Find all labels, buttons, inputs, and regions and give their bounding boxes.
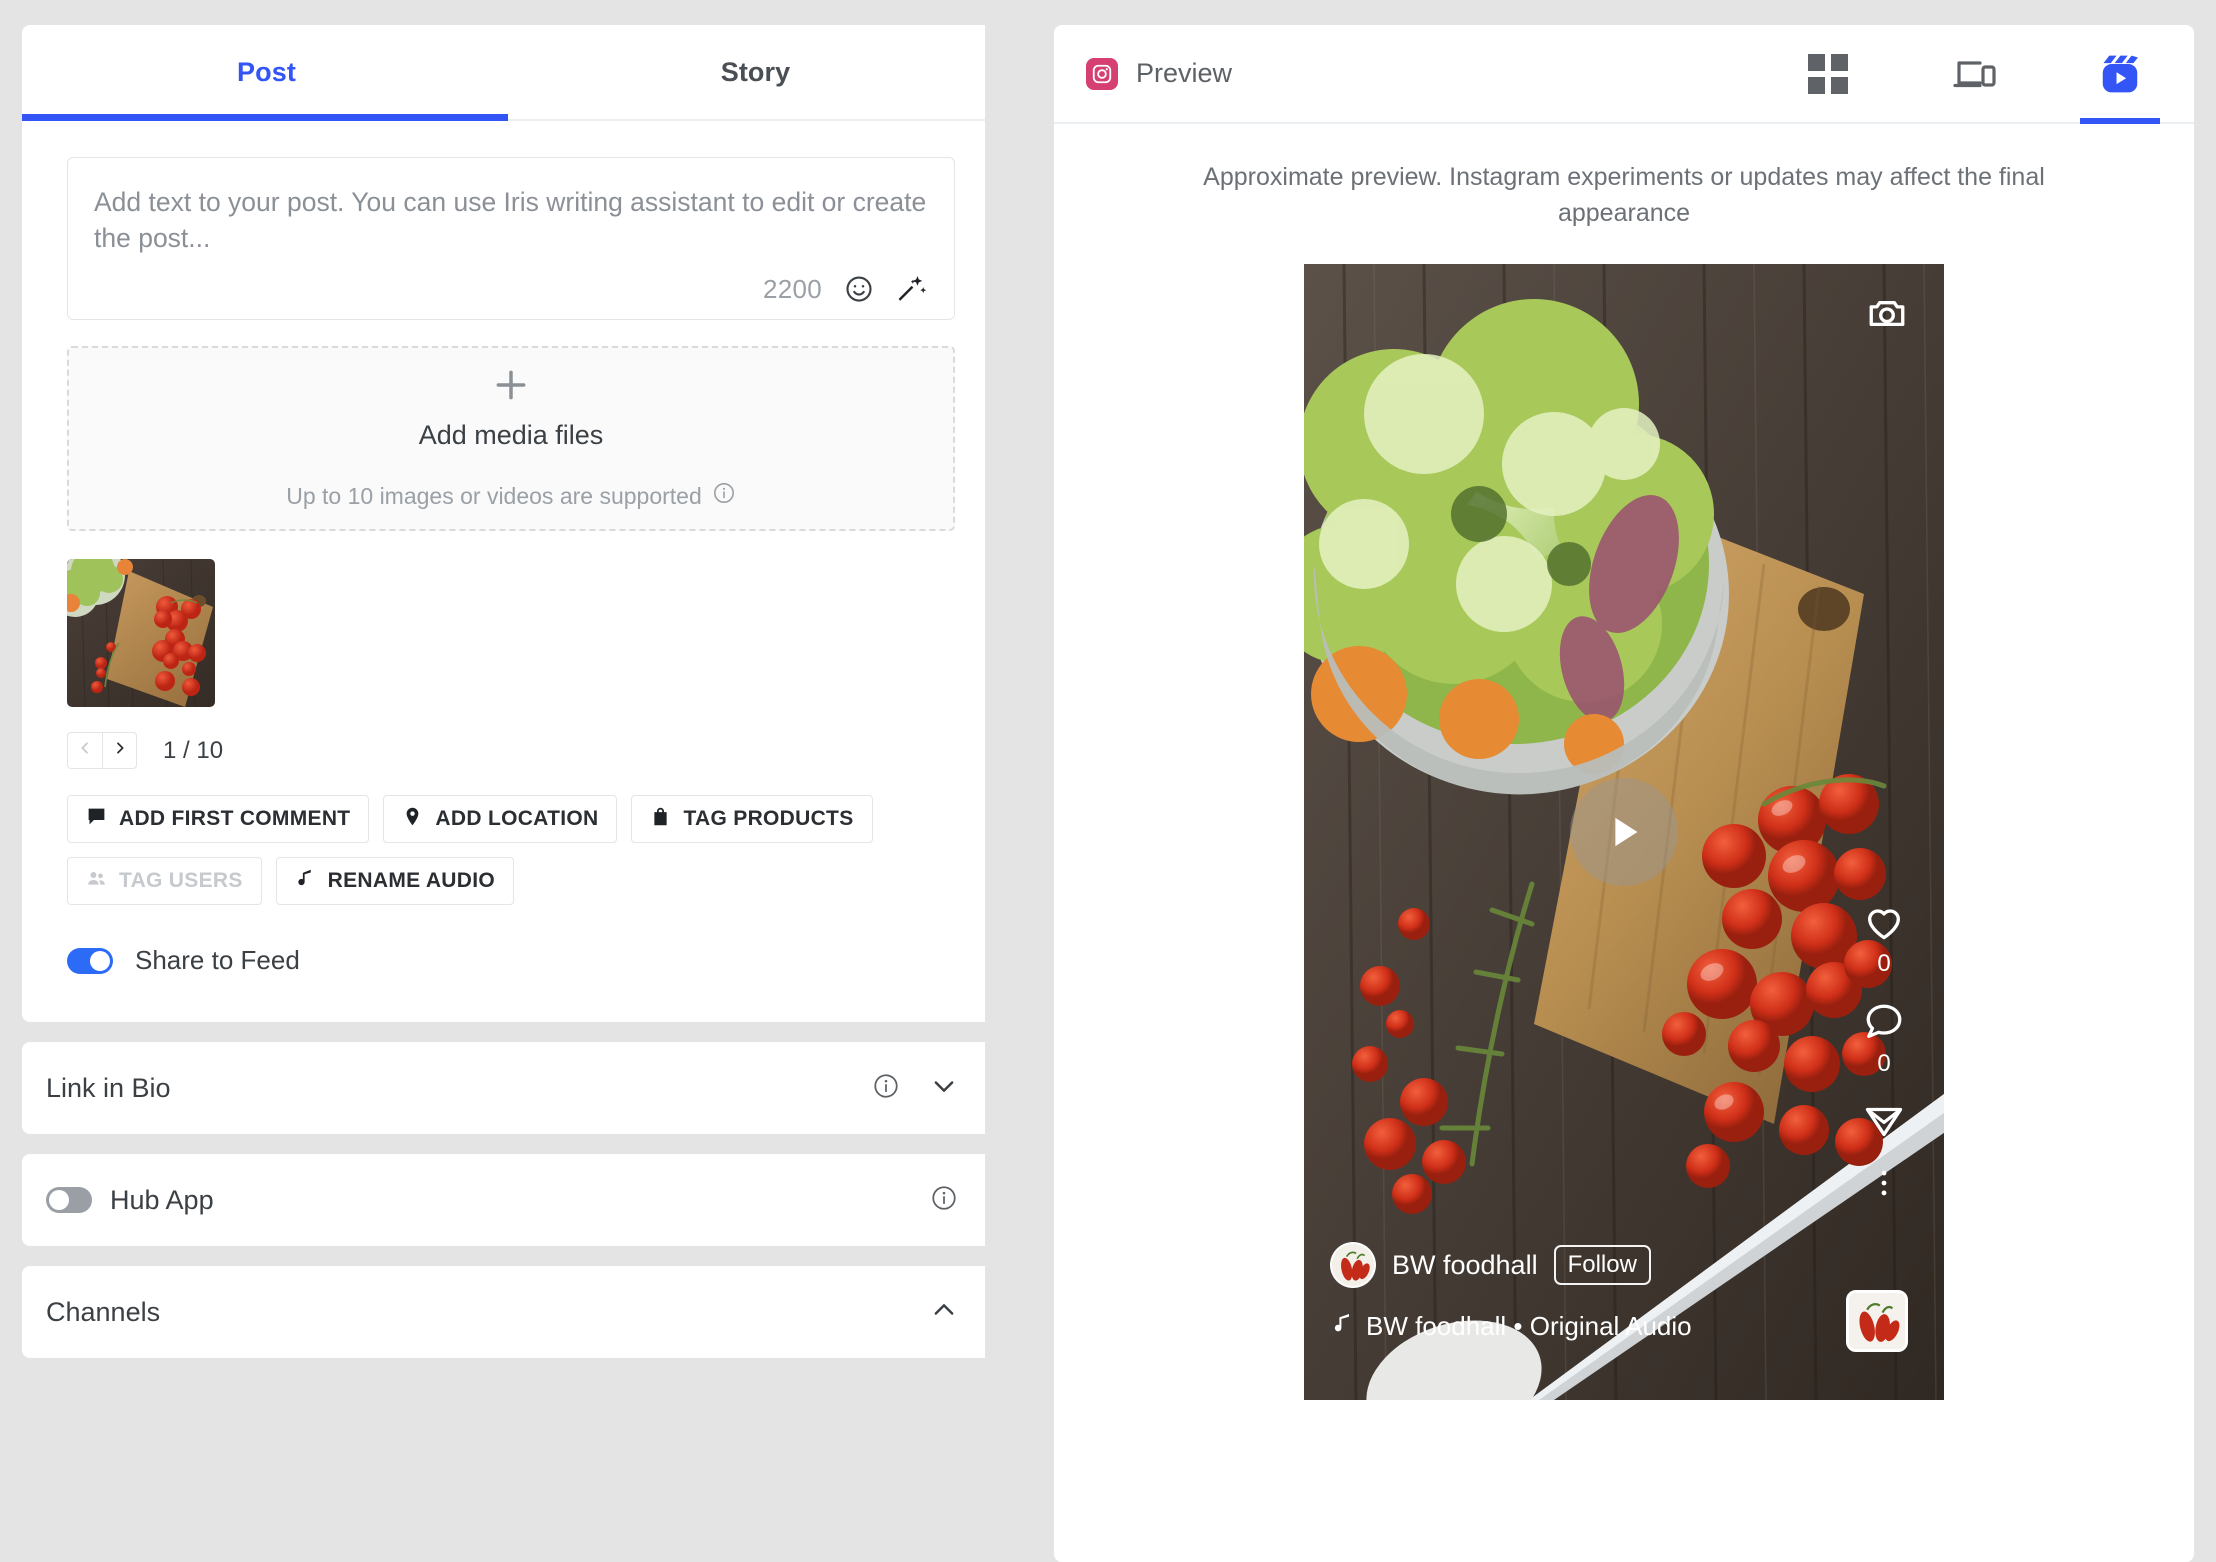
preview-view-modes [1792, 25, 2160, 124]
rename-audio-label: RENAME AUDIO [327, 869, 495, 892]
media-thumbnail[interactable] [67, 559, 215, 707]
post-action-row-2: TAG USERS RENAME AUDIO [67, 857, 955, 905]
media-thumbnail-list [22, 531, 985, 707]
section-link-in-bio-controls [872, 1072, 958, 1105]
character-counter: 2200 [762, 273, 822, 304]
editor-panel: Post Story Add text to your post. You ca… [0, 0, 985, 1562]
media-dropzone-container: Add media files Up to 10 images or video… [22, 320, 985, 531]
section-link-in-bio[interactable]: Link in Bio [22, 1042, 985, 1134]
camera-icon[interactable] [1866, 292, 1908, 339]
preview-header: Preview [1054, 25, 2194, 124]
dropzone-subtitle-row: Up to 10 images or videos are supported [286, 481, 736, 511]
composer-container: Add text to your post. You can use Iris … [22, 121, 985, 320]
profile-name[interactable]: BW foodhall [1392, 1250, 1538, 1281]
hub-app-toggle[interactable] [46, 1187, 92, 1213]
info-icon[interactable] [872, 1072, 900, 1105]
chevron-up-icon[interactable] [930, 1296, 958, 1329]
add-location-button[interactable]: ADD LOCATION [383, 795, 618, 843]
section-link-in-bio-title: Link in Bio [46, 1072, 171, 1103]
reels-view-icon[interactable] [2080, 25, 2160, 124]
plus-icon [492, 366, 530, 404]
carousel-prev-button[interactable] [67, 732, 102, 769]
tag-products-button[interactable]: TAG PRODUCTS [631, 795, 873, 843]
audio-label: BW foodhall • Original Audio [1366, 1311, 1692, 1341]
carousel-next-button[interactable] [102, 732, 137, 769]
comment-action[interactable]: 0 [1862, 1000, 1906, 1078]
post-action-buttons: ADD FIRST COMMENT ADD LOCATION TAG PRODU… [22, 769, 985, 905]
share-action[interactable] [1862, 1100, 1906, 1144]
add-first-comment-label: ADD FIRST COMMENT [119, 807, 351, 830]
reel-profile-row: BW foodhall Follow [1330, 1242, 1651, 1288]
info-icon[interactable] [712, 481, 736, 511]
share-to-feed-label: Share to Feed [135, 945, 300, 975]
chevron-right-icon [112, 740, 128, 761]
composer-placeholder: Add text to your post. You can use Iris … [94, 187, 927, 254]
section-channels-controls [930, 1296, 958, 1329]
tab-post-label: Post [237, 56, 296, 87]
comment-count: 0 [1877, 1050, 1891, 1077]
audio-thumbnail[interactable] [1846, 1290, 1908, 1352]
chevron-left-icon [77, 740, 93, 761]
section-channels[interactable]: Channels [22, 1266, 985, 1358]
editor-card: Post Story Add text to your post. You ca… [22, 25, 985, 1022]
reel-engagement-rail: 0 0 [1862, 900, 1906, 1200]
section-hub-app-controls [930, 1184, 958, 1217]
shopping-bag-icon [650, 806, 671, 833]
grid-view-icon[interactable] [1792, 25, 1864, 122]
follow-button[interactable]: Follow [1553, 1245, 1651, 1285]
instagram-icon [1086, 57, 1118, 90]
active-tab-indicator [22, 114, 508, 121]
tab-story[interactable]: Story [511, 25, 985, 119]
device-view-icon[interactable] [1938, 25, 2010, 122]
add-media-dropzone[interactable]: Add media files Up to 10 images or video… [67, 346, 955, 531]
tab-post[interactable]: Post [22, 25, 511, 119]
users-icon [86, 868, 107, 895]
add-first-comment-button[interactable]: ADD FIRST COMMENT [67, 795, 370, 843]
dropzone-title: Add media files [418, 420, 604, 450]
share-to-feed-row: Share to Feed [22, 919, 985, 1022]
more-options-icon[interactable] [1867, 1166, 1901, 1200]
dropzone-subtitle: Up to 10 images or videos are supported [286, 482, 702, 509]
preview-media-container: 0 0 BW foodhall Follow BW foodhall • Ori… [1054, 264, 2194, 1400]
music-note-icon [295, 868, 316, 895]
rename-audio-button[interactable]: RENAME AUDIO [275, 857, 514, 905]
chevron-down-icon[interactable] [930, 1072, 958, 1105]
play-icon[interactable] [1570, 778, 1678, 886]
like-action[interactable]: 0 [1862, 900, 1906, 978]
add-location-label: ADD LOCATION [435, 807, 599, 830]
preview-disclaimer: Approximate preview. Instagram experimen… [1203, 163, 2045, 227]
carousel-navigation: 1 / 10 [22, 707, 985, 769]
tag-users-button: TAG USERS [67, 857, 262, 905]
reel-audio-row[interactable]: BW foodhall • Original Audio [1330, 1311, 1692, 1342]
carousel-counter: 1 / 10 [163, 736, 224, 764]
comment-icon [86, 806, 107, 833]
avatar[interactable] [1330, 1242, 1376, 1288]
post-action-row-1: ADD FIRST COMMENT ADD LOCATION TAG PRODU… [67, 795, 955, 843]
magic-wand-sparkles-icon[interactable] [896, 273, 928, 305]
like-count: 0 [1877, 950, 1891, 977]
reel-preview[interactable]: 0 0 BW foodhall Follow BW foodhall • Ori… [1304, 264, 1944, 1400]
smiley-icon[interactable] [844, 274, 874, 304]
section-channels-title: Channels [46, 1296, 161, 1327]
section-hub-app[interactable]: Hub App [22, 1154, 985, 1246]
music-note-icon [1330, 1311, 1354, 1342]
preview-title: Preview [1136, 58, 1233, 88]
post-composer-app: Post Story Add text to your post. You ca… [0, 0, 2216, 1562]
post-text-input[interactable]: Add text to your post. You can use Iris … [67, 157, 955, 320]
section-hub-app-title: Hub App [110, 1184, 214, 1215]
tag-users-label: TAG USERS [119, 869, 243, 892]
editor-tabs: Post Story [22, 25, 985, 121]
composer-toolbar: 2200 [94, 273, 928, 305]
share-to-feed-toggle[interactable] [67, 947, 113, 974]
info-icon[interactable] [930, 1184, 958, 1217]
preview-panel: Preview Approximate preview. Instagram e… [1054, 25, 2194, 1562]
tag-products-label: TAG PRODUCTS [683, 807, 854, 830]
location-pin-icon [402, 806, 423, 833]
tab-story-label: Story [720, 56, 791, 87]
